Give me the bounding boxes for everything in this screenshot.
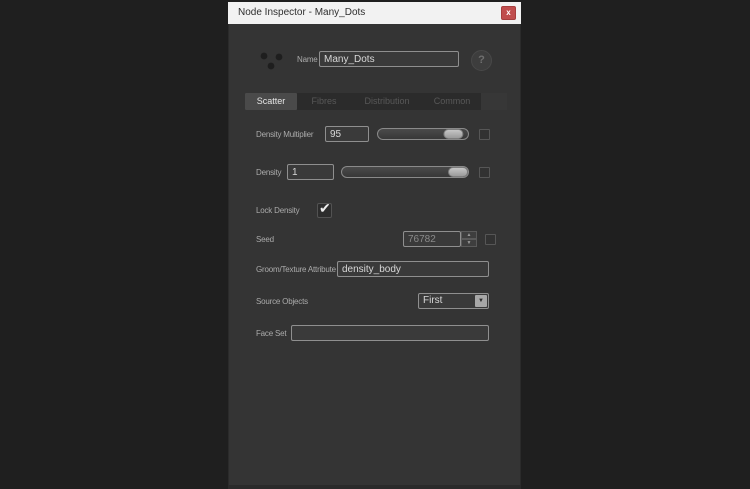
source-objects-row: Source Objects First ▼ [229, 293, 520, 311]
density-multiplier-slider-handle[interactable] [443, 129, 464, 139]
density-slider[interactable] [341, 166, 469, 178]
tab-fibres[interactable]: Fibres [299, 93, 349, 110]
face-set-label: Face Set [256, 329, 287, 338]
help-button[interactable]: ? [471, 50, 492, 71]
spinner-down-button[interactable]: ▼ [461, 239, 477, 247]
dropdown-arrow-icon: ▼ [475, 295, 487, 307]
window-titlebar[interactable]: Node Inspector - Many_Dots x [228, 2, 521, 24]
density-input[interactable] [287, 164, 334, 180]
source-objects-selected-value: First [423, 295, 443, 306]
seed-label: Seed [256, 235, 274, 244]
inspector-content: Name ? Scatter Fibres Distribution Commo… [228, 24, 521, 485]
lock-density-row: Lock Density ✔ [229, 200, 520, 220]
help-icon: ? [478, 54, 485, 66]
name-input[interactable] [319, 51, 459, 67]
lock-density-checkbox[interactable]: ✔ [317, 200, 332, 218]
density-multiplier-row: Density Multiplier [229, 126, 520, 144]
density-multiplier-override-checkbox[interactable] [479, 129, 490, 140]
density-slider-handle[interactable] [448, 167, 468, 177]
source-objects-dropdown[interactable]: First ▼ [418, 293, 489, 309]
tab-empty [481, 93, 507, 110]
lock-density-label: Lock Density [256, 206, 300, 215]
window-title: Node Inspector - Many_Dots [238, 7, 366, 18]
tab-common[interactable]: Common [425, 93, 479, 110]
density-row: Density [229, 164, 520, 182]
tab-distribution[interactable]: Distribution [351, 93, 423, 110]
source-objects-label: Source Objects [256, 297, 308, 306]
face-set-row: Face Set [229, 325, 520, 343]
density-multiplier-slider[interactable] [377, 128, 469, 140]
groom-texture-attribute-row: Groom/Texture Attribute [229, 261, 520, 279]
face-set-input[interactable] [291, 325, 489, 341]
density-label: Density [256, 168, 282, 177]
groom-texture-attribute-label: Groom/Texture Attribute [256, 265, 336, 274]
name-label: Name [297, 55, 318, 64]
seed-input[interactable] [403, 231, 461, 247]
checkmark-icon: ✔ [319, 200, 331, 216]
node-inspector-window: Node Inspector - Many_Dots x Name ? Scat… [228, 2, 521, 489]
spinner-up-icon: ▲ [466, 232, 472, 238]
density-override-checkbox[interactable] [479, 167, 490, 178]
seed-spinner: ▲ ▼ [461, 231, 477, 247]
groom-texture-attribute-input[interactable] [337, 261, 489, 277]
spinner-up-button[interactable]: ▲ [461, 231, 477, 239]
density-multiplier-input[interactable] [325, 126, 369, 142]
density-multiplier-label: Density Multiplier [256, 130, 314, 139]
tab-scatter[interactable]: Scatter [245, 93, 297, 110]
seed-row: Seed ▲ ▼ [229, 231, 520, 249]
close-button[interactable]: x [501, 6, 516, 20]
seed-override-checkbox[interactable] [485, 234, 496, 245]
tab-bar: Scatter Fibres Distribution Common [245, 93, 507, 110]
close-icon: x [506, 8, 511, 17]
window-bottom-edge [228, 485, 521, 489]
spinner-down-icon: ▼ [466, 240, 472, 246]
